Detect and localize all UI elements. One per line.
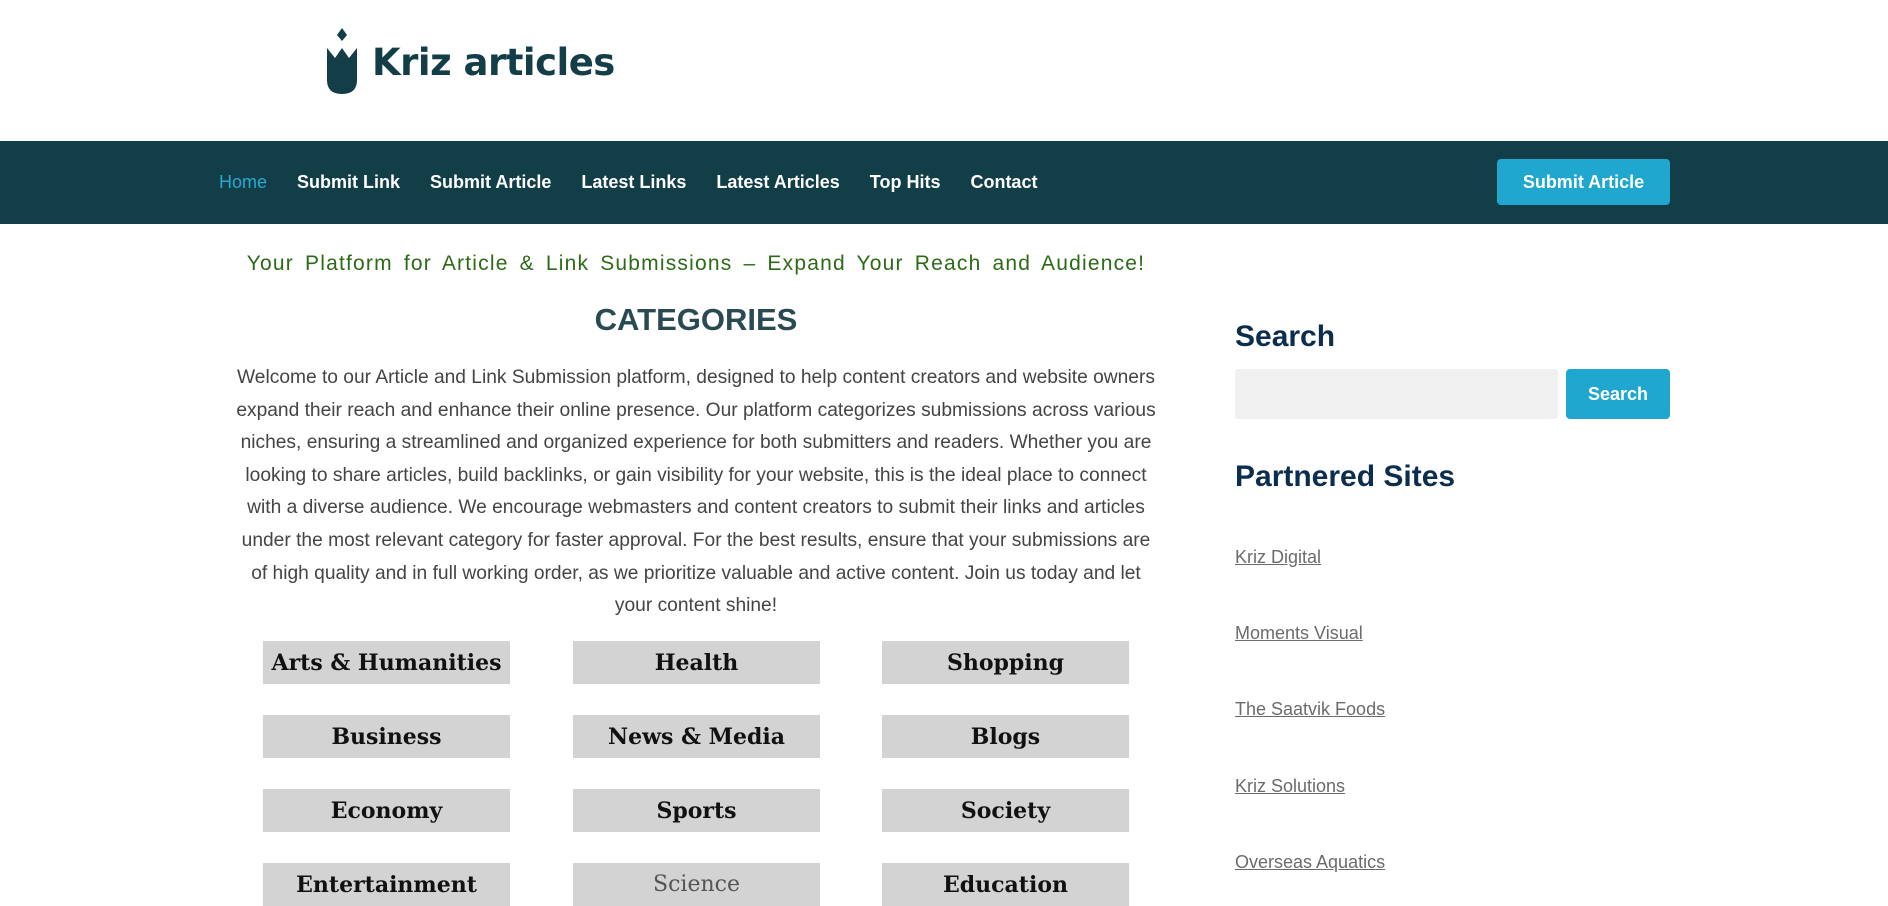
nav-links: Home Submit Link Submit Article Latest L… [219, 141, 1067, 224]
category-health[interactable]: Health [573, 641, 820, 684]
categories-heading: CATEGORIES [594, 302, 798, 337]
tagline: Your Platform for Article & Link Submiss… [246, 252, 1146, 275]
category-news-media[interactable]: News & Media [573, 715, 820, 758]
partner-link-kriz-solutions[interactable]: Kriz Solutions [1235, 776, 1345, 797]
nav-item-home[interactable]: Home [219, 172, 267, 193]
partner-link-saatvik-foods[interactable]: The Saatvik Foods [1235, 699, 1385, 720]
partner-link-kriz-digital[interactable]: Kriz Digital [1235, 547, 1321, 568]
category-science[interactable]: Science [573, 863, 820, 906]
category-education[interactable]: Education [882, 863, 1129, 906]
nav-item-contact[interactable]: Contact [970, 172, 1037, 193]
category-society[interactable]: Society [882, 789, 1129, 832]
intro-paragraph: Welcome to our Article and Link Submissi… [236, 367, 1156, 617]
category-entertainment[interactable]: Entertainment [263, 863, 510, 906]
search-button[interactable]: Search [1566, 369, 1670, 419]
nav-item-top-hits[interactable]: Top Hits [870, 172, 941, 193]
site-header: Kriz articles [0, 0, 1888, 141]
site-logo[interactable]: Kriz articles [326, 28, 615, 96]
partner-link-overseas-aquatics[interactable]: Overseas Aquatics [1235, 852, 1385, 873]
logo-text: Kriz articles [372, 40, 615, 84]
category-business[interactable]: Business [263, 715, 510, 758]
category-economy[interactable]: Economy [263, 789, 510, 832]
nav-item-latest-articles[interactable]: Latest Articles [716, 172, 839, 193]
partnered-sites-heading: Partnered Sites [1235, 460, 1456, 493]
category-shopping[interactable]: Shopping [882, 641, 1129, 684]
search-heading: Search [1235, 320, 1336, 353]
partner-link-moments-visual[interactable]: Moments Visual [1235, 623, 1363, 644]
search-input[interactable] [1235, 369, 1558, 419]
tulip-logo-icon [327, 28, 357, 94]
nav-item-submit-article[interactable]: Submit Article [430, 172, 551, 193]
category-blogs[interactable]: Blogs [882, 715, 1129, 758]
nav-item-latest-links[interactable]: Latest Links [581, 172, 686, 193]
main-navigation: Home Submit Link Submit Article Latest L… [0, 141, 1888, 224]
nav-item-submit-link[interactable]: Submit Link [297, 172, 400, 193]
category-sports[interactable]: Sports [573, 789, 820, 832]
submit-article-button[interactable]: Submit Article [1497, 159, 1670, 205]
category-arts-humanities[interactable]: Arts & Humanities [263, 641, 510, 684]
